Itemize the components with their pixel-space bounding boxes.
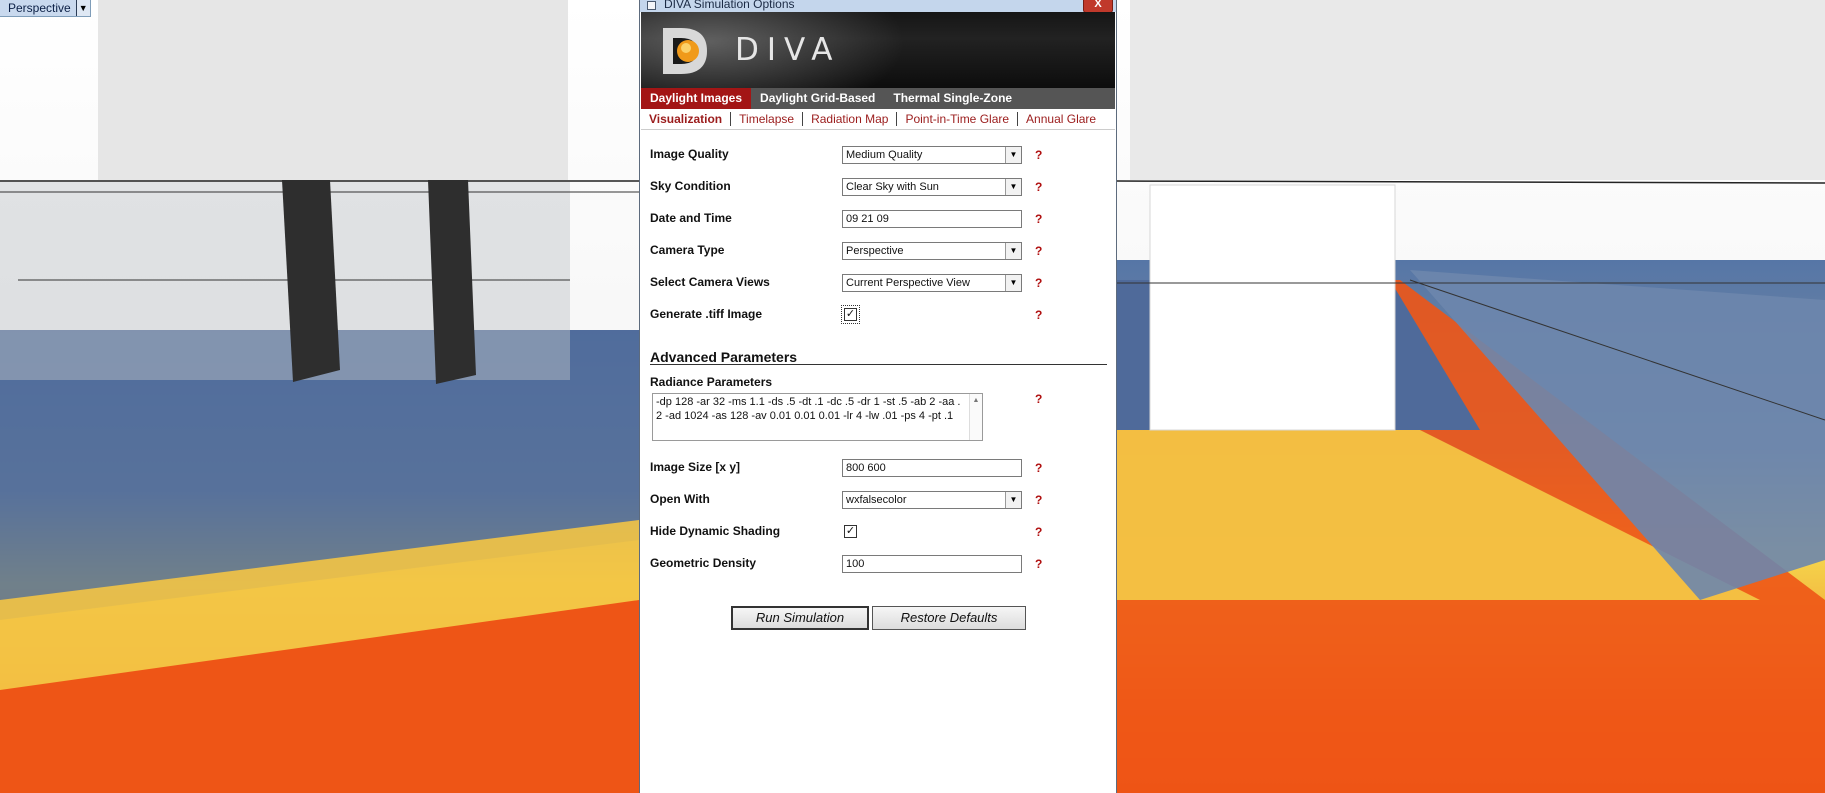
subtab-point-in-time-glare[interactable]: Point-in-Time Glare xyxy=(897,112,1019,126)
close-button[interactable]: X xyxy=(1083,0,1113,12)
run-simulation-button[interactable]: Run Simulation xyxy=(731,606,869,630)
main-tab-bar: Daylight Images Daylight Grid-Based Ther… xyxy=(641,88,1115,109)
viewport-label-text: Perspective xyxy=(8,1,71,15)
subtab-timelapse[interactable]: Timelapse xyxy=(731,112,804,126)
triangle-down-icon[interactable]: ▼ xyxy=(75,0,90,16)
camera-type-label: Camera Type xyxy=(650,243,725,257)
image-quality-label: Image Quality xyxy=(650,147,729,161)
open-with-select[interactable]: wxfalsecolor ▼ xyxy=(842,491,1022,509)
geo-density-input[interactable]: 100 xyxy=(842,555,1022,573)
dropdown-arrow-icon[interactable]: ▼ xyxy=(1005,147,1021,163)
help-icon[interactable]: ? xyxy=(1035,461,1042,475)
image-size-input[interactable]: 800 600 xyxy=(842,459,1022,477)
camera-views-select[interactable]: Current Perspective View ▼ xyxy=(842,274,1022,292)
restore-defaults-button[interactable]: Restore Defaults xyxy=(872,606,1026,630)
help-icon[interactable]: ? xyxy=(1035,148,1042,162)
sky-condition-value: Clear Sky with Sun xyxy=(846,181,939,193)
help-icon[interactable]: ? xyxy=(1035,244,1042,258)
brand-title: DIVA xyxy=(735,32,841,68)
hide-shading-label: Hide Dynamic Shading xyxy=(650,524,781,538)
generate-tiff-checkbox[interactable]: ✓ xyxy=(841,305,860,324)
subtab-visualization[interactable]: Visualization xyxy=(641,112,732,126)
dialog-titlebar: DIVA Simulation Options X xyxy=(640,0,1116,12)
camera-type-value: Perspective xyxy=(846,245,904,257)
subtab-radiation-map[interactable]: Radiation Map xyxy=(803,112,898,126)
diva-logo-icon xyxy=(663,28,707,74)
help-icon[interactable]: ? xyxy=(1035,308,1042,322)
help-icon[interactable]: ? xyxy=(1035,557,1042,571)
geo-density-label: Geometric Density xyxy=(650,556,757,570)
date-time-input[interactable]: 09 21 09 xyxy=(842,210,1022,228)
window-icon xyxy=(647,1,656,10)
camera-views-label: Select Camera Views xyxy=(650,275,770,289)
subtab-annual-glare[interactable]: Annual Glare xyxy=(1018,112,1104,126)
image-size-label: Image Size [x y] xyxy=(650,460,741,474)
help-icon[interactable]: ? xyxy=(1035,525,1042,539)
dropdown-arrow-icon[interactable]: ▼ xyxy=(1005,492,1021,508)
image-quality-value: Medium Quality xyxy=(846,149,923,161)
radiance-parameters-label: Radiance Parameters xyxy=(650,375,773,389)
image-quality-select[interactable]: Medium Quality ▼ xyxy=(842,146,1022,164)
section-divider xyxy=(650,364,1107,365)
advanced-parameters-heading: Advanced Parameters xyxy=(650,349,798,365)
sub-tab-bar: Visualization Timelapse Radiation Map Po… xyxy=(641,109,1115,130)
camera-views-value: Current Perspective View xyxy=(846,277,970,289)
radiance-parameters-textarea[interactable]: -dp 128 -ar 32 -ms 1.1 -ds .5 -dt .1 -dc… xyxy=(652,393,983,441)
dialog-title: DIVA Simulation Options xyxy=(664,0,795,11)
tab-daylight-images[interactable]: Daylight Images xyxy=(641,88,752,109)
help-icon[interactable]: ? xyxy=(1035,392,1042,406)
dropdown-arrow-icon[interactable]: ▼ xyxy=(1005,243,1021,259)
viewport-label[interactable]: Perspective ▼ xyxy=(0,0,91,17)
open-with-label: Open With xyxy=(650,492,710,506)
sky-condition-label: Sky Condition xyxy=(650,179,731,193)
tab-daylight-grid-based[interactable]: Daylight Grid-Based xyxy=(751,88,884,109)
textarea-scrollbar[interactable]: ▲▼ xyxy=(969,394,982,440)
dropdown-arrow-icon[interactable]: ▼ xyxy=(1005,275,1021,291)
help-icon[interactable]: ? xyxy=(1035,493,1042,507)
diva-banner: DIVA xyxy=(641,12,1115,88)
date-time-label: Date and Time xyxy=(650,211,732,225)
help-icon[interactable]: ? xyxy=(1035,180,1042,194)
generate-tiff-label: Generate .tiff Image xyxy=(650,307,763,321)
camera-type-select[interactable]: Perspective ▼ xyxy=(842,242,1022,260)
dropdown-arrow-icon[interactable]: ▼ xyxy=(1005,179,1021,195)
radiance-parameters-value: -dp 128 -ar 32 -ms 1.1 -ds .5 -dt .1 -dc… xyxy=(656,396,961,422)
open-with-value: wxfalsecolor xyxy=(846,494,907,506)
help-icon[interactable]: ? xyxy=(1035,276,1042,290)
help-icon[interactable]: ? xyxy=(1035,212,1042,226)
tab-thermal-single-zone[interactable]: Thermal Single-Zone xyxy=(884,88,1021,109)
hide-shading-checkbox[interactable]: ✓ xyxy=(844,525,857,538)
sky-condition-select[interactable]: Clear Sky with Sun ▼ xyxy=(842,178,1022,196)
diva-dialog: DIVA Simulation Options X DIVA Daylight … xyxy=(639,0,1117,793)
